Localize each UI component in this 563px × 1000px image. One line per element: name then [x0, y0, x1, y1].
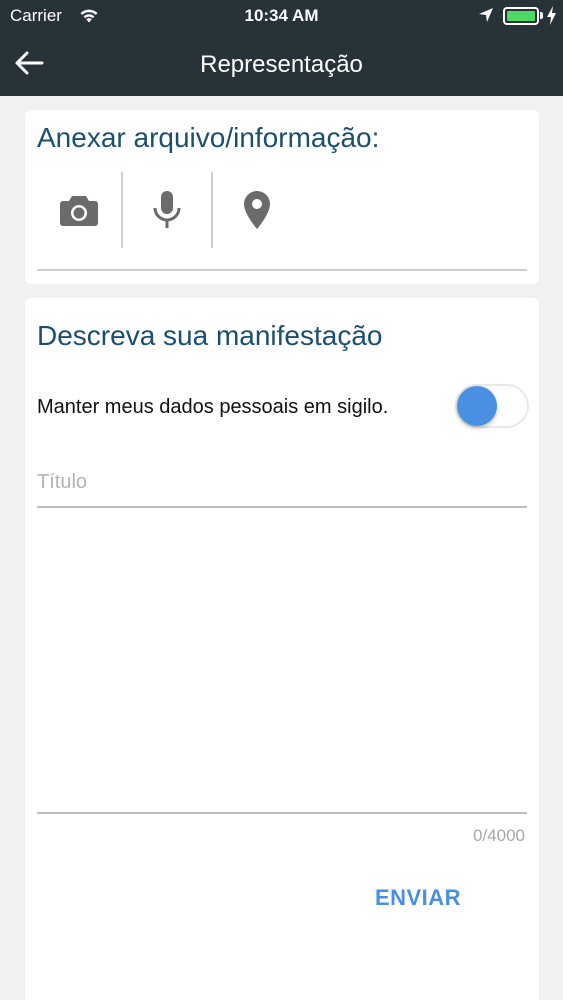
location-arrow-icon [479, 8, 493, 22]
location-button[interactable] [213, 172, 301, 248]
map-pin-icon [244, 191, 270, 229]
description-textarea[interactable] [37, 512, 527, 814]
title-input[interactable] [37, 454, 527, 508]
confidential-toggle[interactable] [455, 384, 529, 428]
app-bar: Representação [0, 32, 563, 96]
attach-card: Anexar arquivo/informação: [25, 110, 539, 284]
send-button[interactable]: ENVIAR [363, 880, 473, 916]
attach-heading: Anexar arquivo/informação: [37, 122, 380, 153]
battery-tip [540, 12, 543, 19]
microphone-icon [153, 191, 181, 228]
charging-bolt-icon [547, 6, 556, 25]
attach-underline [37, 269, 527, 271]
camera-button[interactable] [37, 172, 121, 248]
top-bar: Carrier 10:34 AM Representação [0, 0, 563, 96]
battery-fill [507, 11, 535, 21]
status-bar: Carrier 10:34 AM [0, 0, 563, 32]
attach-button-row [37, 172, 527, 248]
toggle-knob [457, 386, 497, 426]
battery-icon [503, 7, 539, 25]
microphone-button[interactable] [123, 172, 211, 248]
manifest-heading: Descreva sua manifestação [37, 320, 383, 351]
manifest-card: Descreva sua manifestação Manter meus da… [25, 298, 539, 1000]
confidential-label: Manter meus dados pessoais em sigilo. [37, 396, 389, 418]
camera-icon [60, 196, 98, 226]
character-counter: 0/4000 [473, 826, 525, 845]
page-title: Representação [200, 51, 363, 78]
